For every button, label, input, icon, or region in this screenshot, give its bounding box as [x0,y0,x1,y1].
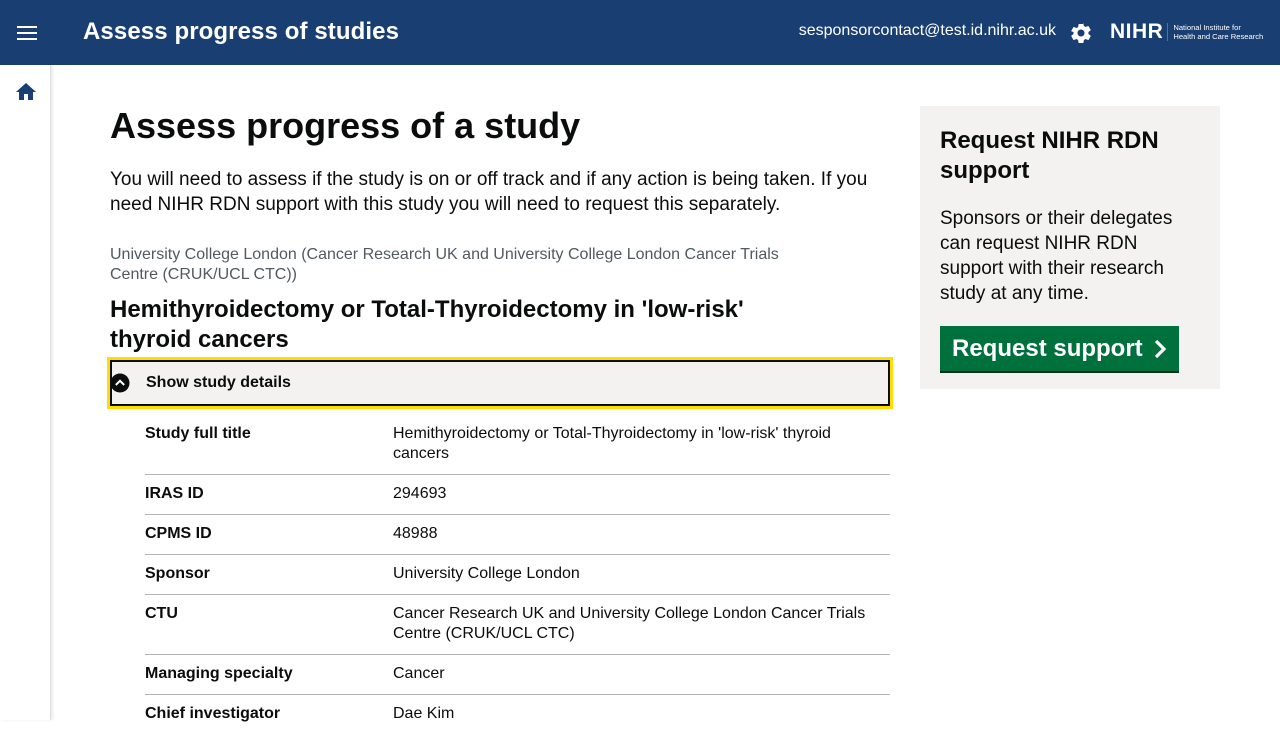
details-row-chief-investigator: Chief investigator Dae Kim [145,695,890,734]
gear-icon[interactable] [1069,21,1093,45]
details-value: 294693 [393,485,447,502]
logo-subtitle: National Institute for Health and Care R… [1173,23,1263,41]
logo-line-2: Health and Care Research [1173,32,1264,41]
details-value: 48988 [393,525,438,542]
details-value: University College London [393,565,580,582]
details-row-managing-specialty: Managing specialty Cancer [145,655,890,695]
chevron-up-circle-icon [110,373,130,393]
home-icon[interactable] [14,80,38,104]
details-value: Cancer [393,665,445,682]
request-support-button[interactable]: Request support [940,326,1179,371]
user-email: sesponsorcontact@test.id.nihr.ac.uk [798,22,1056,39]
page-title: Assess progress of a study [110,105,581,146]
request-support-panel: Request NIHR RDN support Sponsors or the… [920,106,1220,389]
panel-title: Request NIHR RDN support [940,127,1159,184]
chevron-right-icon [1154,339,1166,358]
top-header: Assess progress of studies sesponsorcont… [0,0,1280,65]
details-key: Sponsor [145,565,210,582]
details-key: CPMS ID [145,525,212,542]
details-key: Managing specialty [145,665,293,682]
intro-text: You will need to assess if the study is … [110,169,868,215]
details-key: Chief investigator [145,705,281,722]
logo-mark: NIHR [1110,20,1164,43]
details-row-full-title: Study full title Hemithyroidectomy or To… [145,415,890,475]
side-nav [0,65,51,720]
study-title: Hemithyroidectomy or Total-Thyroidectomy… [110,296,744,353]
details-value: Hemithyroidectomy or Total-Thyroidectomy… [393,425,831,462]
details-row-ctu: CTU Cancer Research UK and University Co… [145,595,890,655]
details-key: Study full title [145,425,251,442]
details-key: IRAS ID [145,485,204,502]
logo-line-1: National Institute for [1173,23,1241,32]
logo-divider [1167,23,1169,41]
details-row-cpms-id: CPMS ID 48988 [145,515,890,555]
details-value: Dae Kim [393,705,455,722]
app-title: Assess progress of studies [83,18,400,45]
study-details-list: Study full title Hemithyroidectomy or To… [145,415,890,734]
details-value: Cancer Research UK and University Colleg… [393,605,866,642]
show-study-details-toggle[interactable]: Show study details [107,357,893,409]
organisation-caption: University College London (Cancer Resear… [110,246,779,283]
nihr-logo[interactable]: NIHR National Institute for Health and C… [1110,19,1263,45]
details-row-sponsor: Sponsor University College London [145,555,890,595]
details-row-iras-id: IRAS ID 294693 [145,475,890,515]
panel-body: Sponsors or their delegates can request … [940,208,1173,304]
request-support-label: Request support [952,334,1143,362]
details-toggle-label: Show study details [146,374,291,391]
menu-icon[interactable] [10,16,44,50]
details-key: CTU [145,605,178,622]
